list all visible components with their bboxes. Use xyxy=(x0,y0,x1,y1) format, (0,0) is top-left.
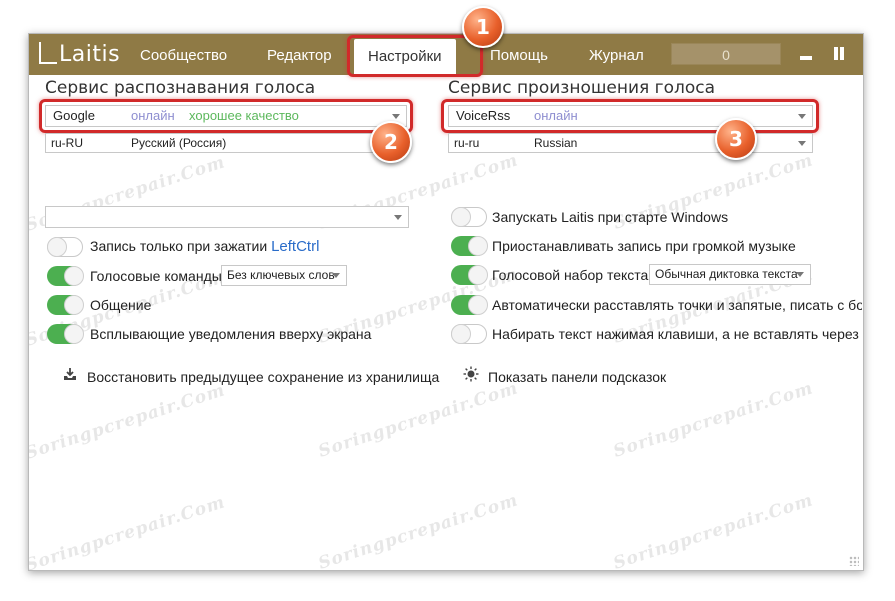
pronunciation-lang-code: ru-ru xyxy=(454,136,480,150)
toggle-popup-notifications[interactable] xyxy=(47,324,84,344)
voice-commands-select-value: Без ключевых слов xyxy=(227,268,335,282)
watermark: Soringpcrepair.Com xyxy=(28,492,228,571)
watermark: Soringpcrepair.Com xyxy=(611,490,816,571)
recognition-language-select[interactable]: ru-RU Русский (Россия) xyxy=(45,133,407,153)
toggle-voice-typing[interactable] xyxy=(451,265,488,285)
highlight-recognition xyxy=(39,99,413,133)
chevron-down-icon xyxy=(798,141,806,146)
step-badge-1: 1 xyxy=(462,6,504,48)
voice-typing-select-value: Обычная диктовка текста xyxy=(655,267,798,281)
popup-notifications-label: Всплывающие уведомления вверху экрана xyxy=(90,326,372,342)
watermark: Soringpcrepair.Com xyxy=(316,490,521,571)
lightbulb-icon xyxy=(460,366,482,385)
toggle-type-keys[interactable] xyxy=(451,324,487,344)
minimize-icon xyxy=(800,56,812,60)
restore-label: Восстановить предыдущее сохранение из хр… xyxy=(87,369,440,385)
logo-mark-icon xyxy=(39,42,57,64)
menu-community[interactable]: Сообщество xyxy=(140,34,227,75)
menu-journal[interactable]: Журнал xyxy=(589,34,644,75)
communication-label: Общение xyxy=(90,297,152,313)
toggle-communication[interactable] xyxy=(47,295,84,315)
step-badge-2: 2 xyxy=(370,121,412,163)
toggle-voice-commands[interactable] xyxy=(47,266,84,286)
step-badge-3: 3 xyxy=(715,118,757,160)
restore-button[interactable]: Восстановить предыдущее сохранение из хр… xyxy=(59,366,439,385)
toggle-auto-punct[interactable] xyxy=(451,295,488,315)
voice-commands-label: Голосовые команды xyxy=(90,268,222,284)
hotkey-link[interactable]: LeftCtrl xyxy=(271,238,319,255)
pronunciation-language-select[interactable]: ru-ru Russian xyxy=(448,133,813,153)
chevron-down-icon xyxy=(332,273,340,278)
app-window: Laitis Сообщество Редактор Настройки Пом… xyxy=(28,33,864,571)
autostart-label: Запускать Laitis при старте Windows xyxy=(492,209,729,225)
voice-commands-select[interactable]: Без ключевых слов xyxy=(221,265,347,286)
watermark: Soringpcrepair.Com xyxy=(611,378,816,462)
pronunciation-lang-name: Russian xyxy=(534,136,578,150)
show-hints-button[interactable]: Показать панели подсказок xyxy=(460,366,666,385)
voice-typing-select[interactable]: Обычная диктовка текста xyxy=(649,264,811,285)
show-hints-label: Показать панели подсказок xyxy=(488,369,667,385)
recognition-lang-name: Русский (Россия) xyxy=(131,136,227,150)
record-hold-label: Запись только при зажатии LeftCtrl xyxy=(90,238,320,255)
chevron-down-icon xyxy=(796,272,804,277)
voice-typing-label: Голосовой набор текста xyxy=(492,267,649,283)
highlight-settings-tab xyxy=(347,35,483,77)
toggle-autostart[interactable] xyxy=(451,207,487,227)
chevron-down-icon xyxy=(394,215,402,220)
pause-music-label: Приостанавливать запись при громкой музы… xyxy=(492,238,796,254)
recognition-title: Сервис распознавания голоса xyxy=(45,78,316,98)
app-logo: Laitis xyxy=(39,41,120,68)
toggle-record-hold[interactable] xyxy=(47,237,83,257)
pause-button[interactable] xyxy=(828,43,850,65)
download-tray-icon xyxy=(59,366,81,385)
menu-editor[interactable]: Редактор xyxy=(267,34,332,75)
minimize-button[interactable] xyxy=(795,43,817,65)
resize-grip-icon[interactable] xyxy=(849,556,859,566)
toggle-pause-music[interactable] xyxy=(451,236,488,256)
highlight-pronunciation xyxy=(441,99,819,133)
pause-icon xyxy=(834,47,838,60)
watermark: Soringpcrepair.Com xyxy=(316,378,521,462)
title-counter-field[interactable]: 0 xyxy=(671,43,781,65)
empty-select[interactable] xyxy=(45,206,409,228)
recognition-lang-code: ru-RU xyxy=(51,136,83,150)
logo-text: Laitis xyxy=(59,42,121,67)
auto-punct-label: Автоматически расставлять точки и запяты… xyxy=(492,297,862,313)
type-keys-label: Набирать текст нажимая клавиши, а не вст… xyxy=(492,326,862,342)
watermark: Soringpcrepair.Com xyxy=(28,380,228,464)
pronunciation-title: Сервис произношения голоса xyxy=(448,78,716,98)
